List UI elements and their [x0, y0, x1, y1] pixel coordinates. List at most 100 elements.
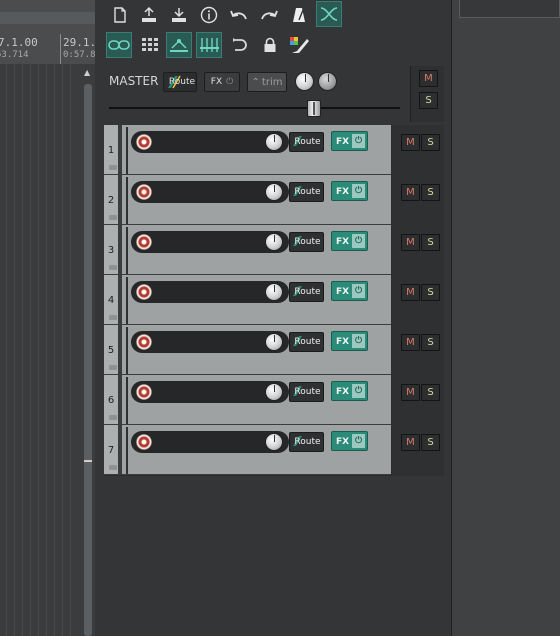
track-name-field[interactable] [131, 181, 289, 203]
track-volume-knob[interactable] [265, 333, 283, 351]
record-arm-icon[interactable] [136, 284, 152, 300]
track-route-button[interactable]: Route [289, 282, 324, 302]
track-volume-knob[interactable] [265, 183, 283, 201]
track-row[interactable]: 7 Route FX ⏻ [104, 425, 391, 475]
folder-icon[interactable] [109, 465, 117, 470]
track-route-button[interactable]: Route [289, 182, 324, 202]
track-mute-button[interactable]: M [401, 434, 420, 451]
track-volume-knob[interactable] [265, 233, 283, 251]
track-volume-knob[interactable] [265, 133, 283, 151]
download-icon[interactable] [166, 2, 192, 28]
new-project-icon[interactable] [107, 2, 133, 28]
track-fx-button[interactable]: FX ⏻ [331, 281, 368, 301]
master-trim-button[interactable]: ⌃ trim [247, 72, 287, 92]
folder-icon[interactable] [109, 415, 117, 420]
track-mute-button[interactable]: M [401, 384, 420, 401]
fx-bypass-icon[interactable]: ⏻ [352, 134, 365, 148]
track-mute-button[interactable]: M [401, 334, 420, 351]
track-solo-button[interactable]: S [421, 234, 440, 251]
track-name-field[interactable] [131, 431, 289, 453]
track-solo-button[interactable]: S [421, 334, 440, 351]
record-arm-icon[interactable] [136, 184, 152, 200]
fx-bypass-icon[interactable]: ⏻ [352, 184, 365, 198]
lock-icon[interactable] [257, 32, 283, 58]
master-volume-knob[interactable] [295, 72, 314, 91]
route-snap-icon[interactable] [166, 32, 192, 58]
track-fx-button[interactable]: FX ⏻ [331, 381, 368, 401]
record-arm-icon[interactable] [136, 334, 152, 350]
track-solo-button[interactable]: S [421, 384, 440, 401]
master-fader-handle[interactable] [307, 100, 321, 117]
folder-icon[interactable] [109, 265, 117, 270]
track-fx-button[interactable]: FX ⏻ [331, 431, 368, 451]
redo-icon[interactable] [256, 2, 282, 28]
grid-icon[interactable] [137, 32, 163, 58]
info-icon[interactable] [196, 2, 222, 28]
master-route-button[interactable]: Route [163, 72, 197, 92]
folder-icon[interactable] [109, 165, 117, 170]
track-row[interactable]: 1 Route FX ⏻ [104, 125, 391, 175]
track-mute-button[interactable]: M [401, 134, 420, 151]
fx-bypass-icon[interactable]: ⏻ [352, 434, 365, 448]
track-volume-knob[interactable] [265, 283, 283, 301]
track-name-field[interactable] [131, 381, 289, 403]
arrange-view[interactable]: 7.1.00 53.714 29.1.0 0:57.8 ▲ [0, 0, 95, 636]
track-fx-label: FX [336, 137, 350, 147]
fx-bypass-icon[interactable]: ⏻ [352, 284, 365, 298]
track-solo-button[interactable]: S [421, 184, 440, 201]
track-mute-button[interactable]: M [401, 184, 420, 201]
master-solo-button[interactable]: S [419, 92, 438, 109]
track-route-button[interactable]: Route [289, 232, 324, 252]
undo-icon[interactable] [226, 2, 252, 28]
vertical-scrollbar[interactable]: ▲ [81, 64, 95, 636]
record-arm-icon[interactable] [136, 434, 152, 450]
master-pan-knob[interactable] [318, 72, 337, 91]
track-route-button[interactable]: Route [289, 332, 324, 352]
track-name-field[interactable] [131, 231, 289, 253]
master-mute-button[interactable]: M [419, 70, 438, 87]
scroll-up-icon[interactable]: ▲ [84, 68, 90, 77]
track-solo-button[interactable]: S [421, 434, 440, 451]
loop-icon[interactable] [227, 32, 253, 58]
timeline-ruler[interactable]: 7.1.00 53.714 29.1.0 0:57.8 [0, 0, 95, 64]
track-name-field[interactable] [131, 131, 289, 153]
master-fader-track[interactable] [109, 107, 400, 109]
record-arm-icon[interactable] [136, 384, 152, 400]
track-row[interactable]: 3 Route FX ⏻ [104, 225, 391, 275]
folder-icon[interactable] [109, 365, 117, 370]
track-fx-button[interactable]: FX ⏻ [331, 181, 368, 201]
track-name-field[interactable] [131, 281, 289, 303]
track-route-button[interactable]: Route [289, 382, 324, 402]
fx-bypass-icon[interactable]: ⏻ [352, 234, 365, 248]
track-fx-button[interactable]: FX ⏻ [331, 131, 368, 151]
fx-bypass-icon[interactable]: ⏻ [352, 384, 365, 398]
track-mute-button[interactable]: M [401, 234, 420, 251]
folder-icon[interactable] [109, 315, 117, 320]
track-volume-knob[interactable] [265, 383, 283, 401]
track-mute-button[interactable]: M [401, 284, 420, 301]
master-fx-button[interactable]: FX ⏻ [204, 72, 240, 92]
track-route-button[interactable]: Route [289, 132, 324, 152]
track-route-button[interactable]: Route [289, 432, 324, 452]
save-icon[interactable] [136, 2, 162, 28]
track-volume-knob[interactable] [265, 433, 283, 451]
record-arm-icon[interactable] [136, 234, 152, 250]
link-icon[interactable] [106, 32, 132, 58]
track-row[interactable]: 5 Route FX ⏻ [104, 325, 391, 375]
track-solo-button[interactable]: S [421, 284, 440, 301]
track-row[interactable]: 6 Route FX ⏻ [104, 375, 391, 425]
track-fx-button[interactable]: FX ⏻ [331, 231, 368, 251]
track-name-field[interactable] [131, 331, 289, 353]
folder-icon[interactable] [109, 215, 117, 220]
track-solo-button[interactable]: S [421, 134, 440, 151]
envelope-icon[interactable] [316, 1, 342, 27]
track-fx-button[interactable]: FX ⏻ [331, 331, 368, 351]
scrollbar-thumb[interactable] [84, 84, 92, 636]
track-row[interactable]: 4 Route FX ⏻ [104, 275, 391, 325]
metronome-icon[interactable] [286, 2, 312, 28]
color-brush-icon[interactable] [287, 32, 313, 58]
record-arm-icon[interactable] [136, 134, 152, 150]
mixer-grid-icon[interactable] [196, 32, 222, 58]
fx-bypass-icon[interactable]: ⏻ [352, 334, 365, 348]
track-row[interactable]: 2 Route FX ⏻ [104, 175, 391, 225]
